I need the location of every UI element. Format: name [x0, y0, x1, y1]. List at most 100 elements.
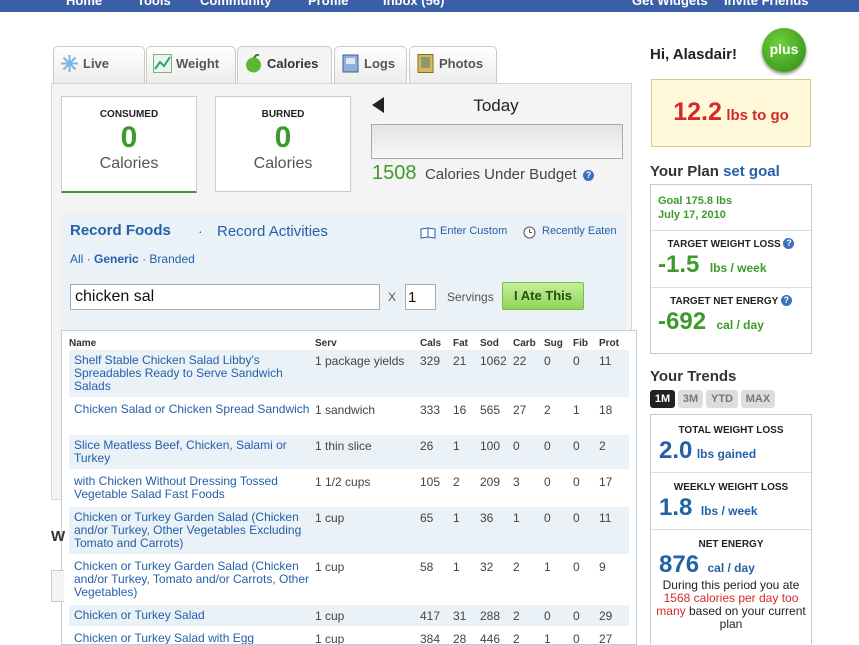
calorie-budget-bar [371, 124, 623, 159]
col-sug[interactable]: Sug [544, 338, 563, 349]
food-name-link[interactable]: Chicken or Turkey Garden Salad (Chicken … [74, 511, 314, 550]
col-sod[interactable]: Sod [480, 338, 499, 349]
col-serv[interactable]: Serv [315, 338, 337, 349]
food-search-input[interactable] [70, 284, 380, 310]
filter-all[interactable]: All [70, 252, 83, 266]
help-icon[interactable]: ? [780, 295, 792, 306]
cell-serv: 1 cup [315, 511, 345, 525]
filter-branded[interactable]: Branded [149, 252, 194, 266]
total-loss-row: 2.0 lbs gained [659, 437, 756, 465]
total-loss-value: 2.0 [659, 437, 693, 464]
cell-fat: 1 [453, 511, 460, 525]
cell-cals: 26 [420, 439, 434, 453]
table-row[interactable]: Chicken or Turkey Salad 1 cup 417 31 288 2 0 0 2… [69, 605, 629, 626]
target-weight-row: -1.5 lbs / week [658, 251, 767, 279]
prev-day-arrow-icon[interactable] [372, 97, 384, 118]
cell-carb: 2 [513, 632, 520, 645]
tab-calories[interactable]: Calories [237, 46, 332, 85]
tab-weight[interactable]: Weight [146, 46, 236, 83]
cell-fib: 0 [573, 354, 580, 368]
nav-home[interactable]: Home [66, 0, 102, 8]
help-icon[interactable]: ? [583, 170, 595, 181]
times-label: X [388, 290, 397, 304]
lbs-to-go-box: 12.2 lbs to go [651, 79, 811, 147]
table-row[interactable]: Shelf Stable Chicken Salad Libby's Sprea… [69, 350, 629, 397]
cell-sod: 32 [480, 560, 494, 574]
food-name-link[interactable]: Chicken Salad or Chicken Spread Sandwich [74, 403, 314, 416]
cell-fat: 16 [453, 403, 467, 417]
cell-sug: 0 [544, 609, 551, 623]
cell-carb: 0 [513, 439, 520, 453]
burned-box: BURNED 0 Calories [215, 96, 351, 192]
food-name-link[interactable]: Chicken or Turkey Salad [74, 609, 314, 622]
help-icon[interactable]: ? [783, 238, 795, 249]
food-name-link[interactable]: with Chicken Without Dressing Tossed Veg… [74, 475, 314, 501]
table-row[interactable]: Chicken Salad or Chicken Spread Sandwich… [69, 399, 629, 433]
i-ate-this-button[interactable]: I Ate This [502, 282, 584, 310]
cell-serv: 1 package yields [315, 354, 405, 368]
food-name-link[interactable]: Chicken or Turkey Salad with Egg [74, 632, 314, 645]
enter-custom-link[interactable]: Enter Custom [440, 225, 507, 237]
table-row[interactable]: Chicken or Turkey Garden Salad (Chicken … [69, 507, 629, 554]
food-name-link[interactable]: Slice Meatless Beef, Chicken, Salami or … [74, 439, 314, 465]
nav-invite-friends[interactable]: Invite Friends [724, 0, 809, 8]
nav-profile[interactable]: Profile [308, 0, 348, 8]
cell-sod: 36 [480, 511, 494, 525]
tab-live[interactable]: Live [53, 46, 145, 83]
nav-tools[interactable]: Tools [137, 0, 171, 8]
target-energy-text: TARGET NET ENERGY [670, 296, 779, 307]
snowflake-icon [60, 54, 79, 73]
cell-serv: 1 cup [315, 609, 345, 623]
nav-community[interactable]: Community [200, 0, 272, 8]
cell-fib: 0 [573, 560, 580, 574]
plus-button[interactable]: plus [762, 28, 806, 72]
range-max[interactable]: MAX [741, 390, 775, 408]
tab-logs-label: Logs [364, 56, 396, 71]
cell-fat: 28 [453, 632, 467, 645]
plan-heading: Your Plan set goal [650, 163, 780, 180]
food-name-link[interactable]: Shelf Stable Chicken Salad Libby's Sprea… [74, 354, 314, 393]
record-foods-link[interactable]: Record Foods [70, 222, 171, 239]
cell-sod: 288 [480, 609, 501, 623]
cell-fib: 0 [573, 632, 580, 645]
cell-fat: 1 [453, 560, 460, 574]
budget-text: Calories Under Budget [424, 166, 577, 183]
col-carb[interactable]: Carb [513, 338, 536, 349]
food-results-table: Name Serv Cals Fat Sod Carb Sug Fib Prot… [61, 330, 637, 645]
cell-prot: 2 [599, 439, 606, 453]
col-fat[interactable]: Fat [453, 338, 468, 349]
table-row[interactable]: with Chicken Without Dressing Tossed Veg… [69, 471, 629, 505]
nav-get-widgets[interactable]: Get Widgets [632, 0, 708, 8]
tab-logs[interactable]: Logs [334, 46, 407, 83]
net-energy-row: 876 cal / day [659, 551, 755, 579]
col-fib[interactable]: Fib [573, 338, 588, 349]
filter-generic[interactable]: Generic [94, 252, 139, 266]
cell-fib: 0 [573, 475, 580, 489]
table-row[interactable]: Slice Meatless Beef, Chicken, Salami or … [69, 435, 629, 469]
cell-carb: 2 [513, 609, 520, 623]
cell-sug: 0 [544, 511, 551, 525]
cell-sod: 209 [480, 475, 501, 489]
record-activities-link[interactable]: Record Activities [217, 223, 328, 240]
range-1m[interactable]: 1M [650, 390, 675, 408]
tab-weight-label: Weight [176, 56, 220, 71]
col-prot[interactable]: Prot [599, 338, 619, 349]
cell-sod: 1062 [480, 354, 507, 368]
table-row[interactable]: Chicken or Turkey Salad with Egg 1 cup 384… [69, 628, 629, 645]
target-weight-text: TARGET WEIGHT LOSS [667, 239, 781, 250]
cell-fat: 1 [453, 439, 460, 453]
cell-sug: 0 [544, 354, 551, 368]
target-weight-unit: lbs / week [709, 261, 767, 275]
nav-inbox[interactable]: Inbox (56) [383, 0, 444, 8]
col-name[interactable]: Name [69, 338, 96, 349]
table-row[interactable]: Chicken or Turkey Garden Salad (Chicken … [69, 556, 629, 603]
quantity-input[interactable] [405, 284, 436, 310]
range-ytd[interactable]: YTD [706, 390, 738, 408]
tab-photos[interactable]: Photos [409, 46, 497, 83]
food-name-link[interactable]: Chicken or Turkey Garden Salad (Chicken … [74, 560, 314, 599]
photo-icon [416, 54, 435, 73]
range-3m[interactable]: 3M [678, 390, 703, 408]
col-cals[interactable]: Cals [420, 338, 441, 349]
recently-eaten-link[interactable]: Recently Eaten [542, 225, 617, 237]
set-goal-link[interactable]: set goal [723, 163, 780, 180]
